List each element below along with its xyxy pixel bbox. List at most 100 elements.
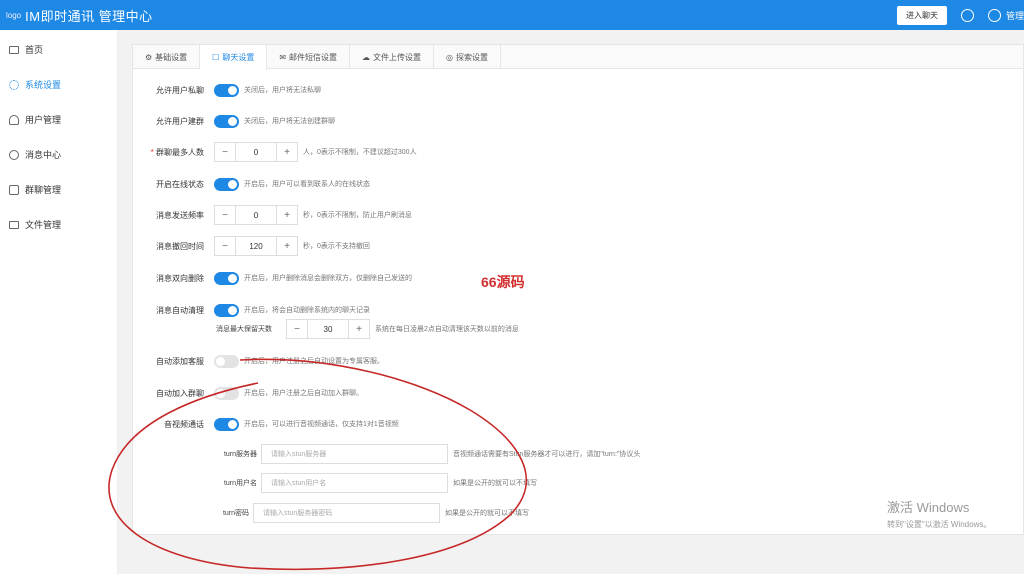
activation-title: 激活 Windows <box>887 500 970 515</box>
app-title: IM即时通讯 管理中心 <box>25 8 153 24</box>
setting-hint: 开启后，将会自动删除系统内的聊天记录 <box>244 307 370 314</box>
increment-button[interactable]: + <box>348 320 369 338</box>
tab-label: 基础设置 <box>155 52 188 62</box>
turn-user-input[interactable]: 请输入stun用户名 <box>261 473 448 493</box>
sidebar-item-label: 用户管理 <box>25 115 62 125</box>
gear-icon <box>9 79 19 90</box>
sidebar-item-home[interactable]: 首页 <box>0 32 117 67</box>
setting-label: * 群聊最多人数 <box>150 147 204 157</box>
setting-hint: 音视频通话需要有Stun服务器才可以进行，请加"turn:"协议头 <box>453 451 641 458</box>
setting-label: 音视频通话 <box>164 419 204 429</box>
setting-label: 消息自动清理 <box>156 305 204 315</box>
messenger-icon[interactable] <box>987 8 1001 22</box>
admin-menu[interactable]: 管理 <box>1006 9 1024 22</box>
tab-upload[interactable]: ☁ 文件上传设置 <box>350 45 435 69</box>
sidebar-item-label: 首页 <box>25 45 44 55</box>
setting-label: 消息最大保留天数 <box>216 326 272 333</box>
sidebar-item-label: 消息中心 <box>25 150 62 160</box>
online-status-toggle[interactable] <box>214 177 239 191</box>
setting-label: turn密码 <box>222 510 249 517</box>
setting-hint: 开启后，可以进行音视频通话，仅支持1对1音视频 <box>244 421 399 428</box>
tab-mail-sms[interactable]: ✉ 邮件短信设置 <box>267 45 351 69</box>
top-right-actions: 进入聊天 管理 <box>896 0 1024 30</box>
keep-days-stepper: − 30 + <box>286 319 370 339</box>
setting-hint: 人，0表示不限制，不建议超过300人 <box>303 149 417 156</box>
auto-group-toggle[interactable] <box>214 386 239 400</box>
chat-icon: ☐ <box>212 53 220 62</box>
increment-button[interactable]: + <box>276 206 297 224</box>
setting-label: turn服务器 <box>223 451 257 458</box>
increment-button[interactable]: + <box>276 237 297 255</box>
gear-icon: ⚙ <box>145 52 153 62</box>
user-icon <box>9 114 19 125</box>
setting-auto-group: 自动加入群聊 开启后，用户注册之后自动加入群聊。 <box>133 383 1023 403</box>
tab-chat[interactable]: ☐ 聊天设置 <box>200 45 268 70</box>
tab-label: 邮件短信设置 <box>289 52 338 62</box>
sidebar-item-files[interactable]: 文件管理 <box>0 207 117 242</box>
setting-turn-user: turn用户名 请输入stun用户名 如果是公开的就可以不填写 <box>133 473 1023 493</box>
av-call-toggle[interactable] <box>214 417 239 431</box>
logo-image: logo <box>6 10 22 20</box>
sidebar-item-groups[interactable]: 群聊管理 <box>0 172 117 207</box>
setting-private-chat: 允许用户私聊 关闭后，用户将无法私聊 <box>133 80 1023 100</box>
setting-label: 允许用户私聊 <box>156 85 204 95</box>
setting-label: 开启在线状态 <box>156 179 204 189</box>
setting-hint: 开启后，用户注册之后自动设置为专属客服。 <box>244 358 384 365</box>
setting-label: 自动添加客服 <box>156 356 204 366</box>
auto-friend-toggle[interactable] <box>214 354 239 368</box>
setting-auto-friend: 自动添加客服 开启后，用户注册之后自动设置为专属客服。 <box>133 351 1023 371</box>
turn-server-input[interactable]: 请输入stun服务器 <box>261 444 448 464</box>
setting-label: turn用户名 <box>223 480 257 487</box>
setting-hint: 如果是公开的就可以不填写 <box>453 480 537 487</box>
decrement-button[interactable]: − <box>215 143 236 161</box>
chat-icon <box>9 184 19 195</box>
setting-hint: 开启后，用户可以看到联系人的在线状态 <box>244 181 370 188</box>
tab-explore[interactable]: ◎ 探索设置 <box>434 45 502 69</box>
private-chat-toggle[interactable] <box>214 83 239 97</box>
setting-label: 消息双向删除 <box>156 273 204 283</box>
setting-hint: 如果是公开的就可以不填写 <box>445 510 529 517</box>
two-way-delete-toggle[interactable] <box>214 271 239 285</box>
sidebar-item-label: 系统设置 <box>25 80 62 90</box>
decrement-button[interactable]: − <box>215 237 236 255</box>
setting-hint: 关闭后，用户将无法私聊 <box>244 87 321 94</box>
setting-hint: 开启后，用户删除消息会删除双方，仅删除自己发送的 <box>244 275 412 282</box>
decrement-button[interactable]: − <box>215 206 236 224</box>
decrement-button[interactable]: − <box>287 320 308 338</box>
settings-tabs: ⚙ 基础设置 ☐ 聊天设置 ✉ 邮件短信设置 ☁ 文件上传设置 ◎ 探索设置 <box>133 45 1023 70</box>
enter-chat-button[interactable]: 进入聊天 <box>896 5 947 25</box>
message-icon[interactable] <box>960 8 974 22</box>
setting-label: 消息发送频率 <box>156 210 204 220</box>
keep-days-input[interactable]: 30 <box>308 320 348 338</box>
setting-hint: 秒，0表示不限制，防止用户刷消息 <box>303 212 412 219</box>
setting-send-rate: 消息发送频率 − 0 + 秒，0表示不限制，防止用户刷消息 <box>133 205 1023 225</box>
group-max-input[interactable]: 0 <box>236 143 276 161</box>
auto-clean-toggle[interactable] <box>214 303 239 317</box>
setting-hint: 关闭后，用户将无法创建群聊 <box>244 118 335 125</box>
setting-turn-server: turn服务器 请输入stun服务器 音视频通话需要有Stun服务器才可以进行，… <box>133 444 1023 464</box>
folder-icon <box>9 220 19 229</box>
turn-pass-input[interactable]: 请输入stun服务器密码 <box>253 503 440 523</box>
create-group-toggle[interactable] <box>214 114 239 128</box>
top-bar: logo IM即时通讯 管理中心 进入聊天 管理 <box>0 0 1024 30</box>
sidebar-item-users[interactable]: 用户管理 <box>0 102 117 137</box>
sidebar-item-label: 群聊管理 <box>25 185 62 195</box>
increment-button[interactable]: + <box>276 143 297 161</box>
sidebar-item-label: 文件管理 <box>25 220 62 230</box>
watermark-text: 66源码 <box>481 274 525 290</box>
mail-icon: ✉ <box>279 52 287 62</box>
group-max-stepper: − 0 + <box>214 142 298 162</box>
setting-group-max: * 群聊最多人数 − 0 + 人，0表示不限制，不建议超过300人 <box>133 142 1023 162</box>
sidebar-item-system-settings[interactable]: 系统设置 <box>0 67 117 102</box>
recall-time-input[interactable]: 120 <box>236 237 276 255</box>
tab-label: 探索设置 <box>456 52 489 62</box>
send-rate-input[interactable]: 0 <box>236 206 276 224</box>
sidebar: 首页 系统设置 用户管理 消息中心 群聊管理 文件管理 <box>0 30 118 574</box>
activation-subtitle: 转到"设置"以激活 Windows。 <box>887 520 992 529</box>
setting-auto-clean: 消息自动清理 开启后，将会自动删除系统内的聊天记录 <box>133 300 1023 320</box>
sidebar-item-messages[interactable]: 消息中心 <box>0 137 117 172</box>
cloud-icon: ☁ <box>362 52 371 62</box>
tab-basic[interactable]: ⚙ 基础设置 <box>133 45 201 69</box>
setting-recall-time: 消息撤回时间 − 120 + 秒，0表示不支持撤回 <box>133 236 1023 256</box>
setting-label: 允许用户建群 <box>156 116 204 126</box>
